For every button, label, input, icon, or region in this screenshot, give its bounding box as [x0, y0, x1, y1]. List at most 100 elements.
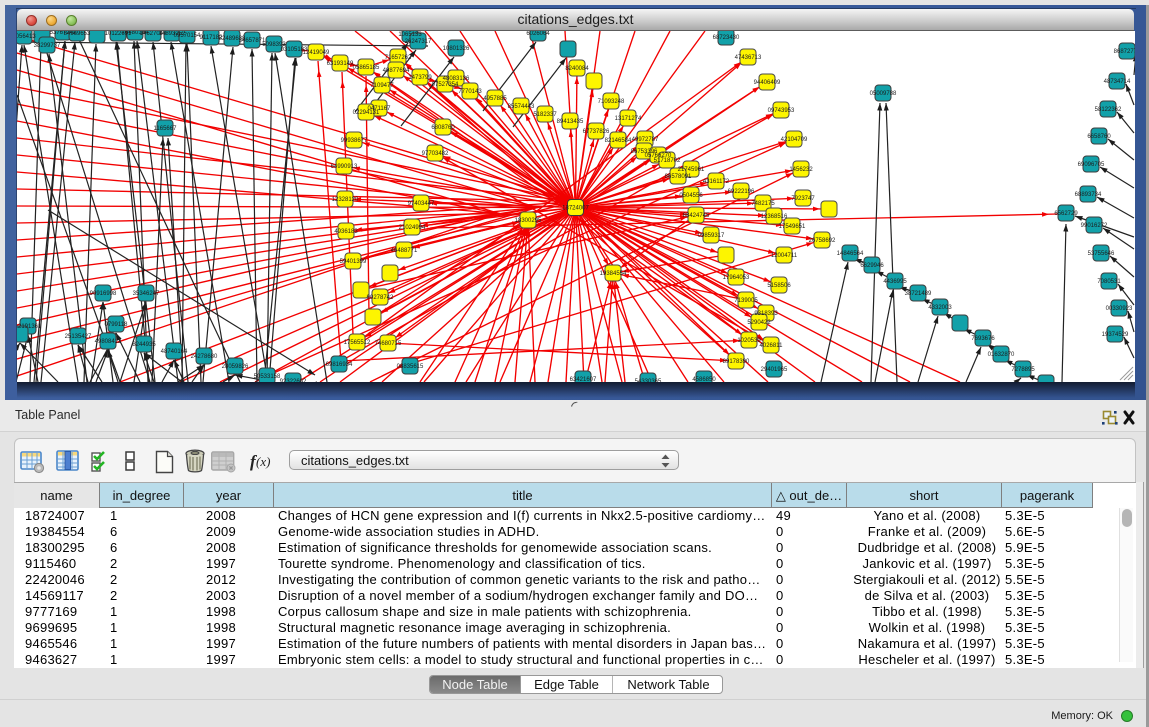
svg-text:69096705: 69096705 — [1078, 162, 1105, 168]
svg-text:09570154: 09570154 — [174, 33, 201, 39]
svg-text:19384554: 19384554 — [600, 271, 627, 277]
svg-text:42104709: 42104709 — [781, 137, 808, 143]
svg-text:69816934: 69816934 — [326, 362, 353, 368]
svg-text:07527354: 07527354 — [432, 82, 459, 88]
svg-text:67737826: 67737826 — [583, 129, 610, 135]
svg-text:12004711: 12004711 — [771, 253, 798, 259]
svg-text:99938677: 99938677 — [341, 138, 368, 144]
svg-text:21024994: 21024994 — [399, 225, 426, 231]
svg-text:18300295: 18300295 — [515, 218, 542, 224]
svg-text:97703482: 97703482 — [422, 151, 449, 157]
svg-text:69222196: 69222196 — [728, 189, 755, 195]
svg-text:4957885: 4957885 — [483, 96, 507, 102]
svg-text:63193149: 63193149 — [327, 61, 354, 67]
svg-text:7109477: 7109477 — [370, 83, 394, 89]
svg-text:90916998: 90916998 — [90, 291, 117, 297]
svg-text:97403447: 97403447 — [408, 201, 435, 207]
svg-text:71093248: 71093248 — [598, 99, 625, 105]
svg-text:6026064: 6026064 — [526, 31, 550, 37]
svg-text:50533158: 50533158 — [254, 374, 281, 380]
svg-text:38721489: 38721489 — [905, 291, 932, 297]
svg-text:0799118: 0799118 — [105, 322, 129, 328]
svg-text:09859317: 09859317 — [698, 233, 725, 239]
svg-text:02294131: 02294131 — [353, 110, 380, 116]
svg-text:1020539: 1020539 — [737, 338, 761, 344]
svg-text:48083136: 48083136 — [443, 76, 470, 82]
svg-text:71657262: 71657262 — [385, 55, 412, 61]
svg-text:14846564: 14846564 — [837, 251, 864, 257]
svg-text:24278680: 24278680 — [191, 354, 218, 360]
svg-text:08835615: 08835615 — [397, 364, 424, 370]
svg-text:13171274: 13171274 — [615, 116, 642, 122]
svg-text:7923747: 7923747 — [791, 196, 815, 202]
svg-text:4026811: 4026811 — [760, 343, 784, 349]
svg-text:10801326: 10801326 — [443, 46, 470, 52]
svg-text:00330923: 00330923 — [1106, 306, 1133, 312]
svg-text:1065133: 1065133 — [398, 32, 422, 38]
svg-text:99016272: 99016272 — [1081, 223, 1108, 229]
svg-text:(x): (x) — [256, 454, 270, 469]
svg-text:68893734: 68893734 — [1075, 192, 1102, 198]
svg-text:12191361: 12191361 — [17, 324, 42, 330]
svg-text:12328120: 12328120 — [332, 197, 359, 203]
svg-text:17964053: 17964053 — [723, 275, 750, 281]
svg-text:1165667: 1165667 — [154, 126, 178, 132]
svg-text:7139005: 7139005 — [734, 298, 758, 304]
svg-text:7080531: 7080531 — [1097, 279, 1121, 285]
svg-text:3056413: 3056413 — [17, 34, 36, 40]
svg-text:46488771: 46488771 — [391, 248, 418, 254]
svg-text:6808760: 6808760 — [431, 125, 455, 131]
svg-text:12368516: 12368516 — [761, 214, 788, 220]
svg-text:38299737: 38299737 — [34, 43, 61, 49]
svg-text:48740164: 48740164 — [161, 349, 188, 355]
svg-text:85574443: 85574443 — [508, 104, 535, 110]
svg-text:0504556: 0504556 — [679, 193, 703, 199]
svg-text:49808412: 49808412 — [95, 339, 122, 345]
svg-text:47436713: 47436713 — [735, 55, 762, 61]
svg-text:21745961: 21745961 — [678, 167, 705, 173]
svg-text:89178390: 89178390 — [723, 359, 750, 365]
svg-text:6629946: 6629946 — [860, 263, 884, 269]
svg-text:9318393: 9318393 — [754, 311, 778, 317]
svg-text:5182337: 5182337 — [533, 112, 557, 118]
svg-text:58122362: 58122362 — [1095, 107, 1122, 113]
svg-text:05865185: 05865185 — [353, 65, 380, 71]
svg-text:09743953: 09743953 — [768, 108, 795, 114]
svg-text:8244935: 8244935 — [132, 342, 156, 348]
svg-text:51718702: 51718702 — [654, 158, 681, 164]
svg-text:01632870: 01632870 — [988, 352, 1015, 358]
svg-text:17565512: 17565512 — [344, 340, 371, 346]
svg-text:4436995: 4436995 — [883, 279, 907, 285]
svg-text:7770143: 7770143 — [458, 89, 482, 95]
svg-text:64990913: 64990913 — [331, 164, 358, 170]
svg-text:89413435: 89413435 — [557, 119, 584, 125]
svg-text:29401965: 29401965 — [761, 367, 788, 373]
svg-text:90278742: 90278742 — [367, 295, 394, 301]
svg-text:82146584: 82146584 — [605, 138, 632, 144]
svg-text:4332003: 4332003 — [928, 305, 952, 311]
svg-text:1456232: 1456232 — [789, 167, 813, 173]
svg-text:88424745: 88424745 — [683, 213, 710, 219]
svg-text:53755646: 53755646 — [1088, 251, 1115, 257]
svg-text:7278895: 7278895 — [1011, 367, 1035, 373]
svg-text:26247317: 26247317 — [405, 39, 432, 45]
svg-text:7482175: 7482175 — [751, 201, 775, 207]
svg-text:74680715: 74680715 — [375, 341, 402, 347]
svg-text:43161172: 43161172 — [703, 179, 730, 185]
svg-text:26758692: 26758692 — [809, 238, 836, 244]
svg-text:59401399: 59401399 — [340, 259, 367, 265]
svg-text:94406409: 94406409 — [754, 80, 781, 86]
svg-text:49877694: 49877694 — [383, 68, 410, 74]
svg-text:35346247: 35346247 — [133, 291, 160, 297]
svg-text:4936183: 4936183 — [334, 229, 358, 235]
svg-text:05009788: 05009788 — [870, 91, 897, 97]
svg-text:19374529: 19374529 — [1102, 332, 1129, 338]
svg-text:17549651: 17549651 — [779, 224, 806, 230]
svg-text:6562729: 6562729 — [1054, 211, 1078, 217]
svg-text:68723430: 68723430 — [713, 35, 740, 41]
svg-text:1473799: 1473799 — [408, 75, 432, 81]
svg-text:25135427: 25135427 — [65, 334, 92, 340]
svg-text:5290422: 5290422 — [747, 320, 771, 326]
svg-text:49972787: 49972787 — [632, 137, 659, 143]
svg-text:7693676: 7693676 — [971, 336, 995, 342]
